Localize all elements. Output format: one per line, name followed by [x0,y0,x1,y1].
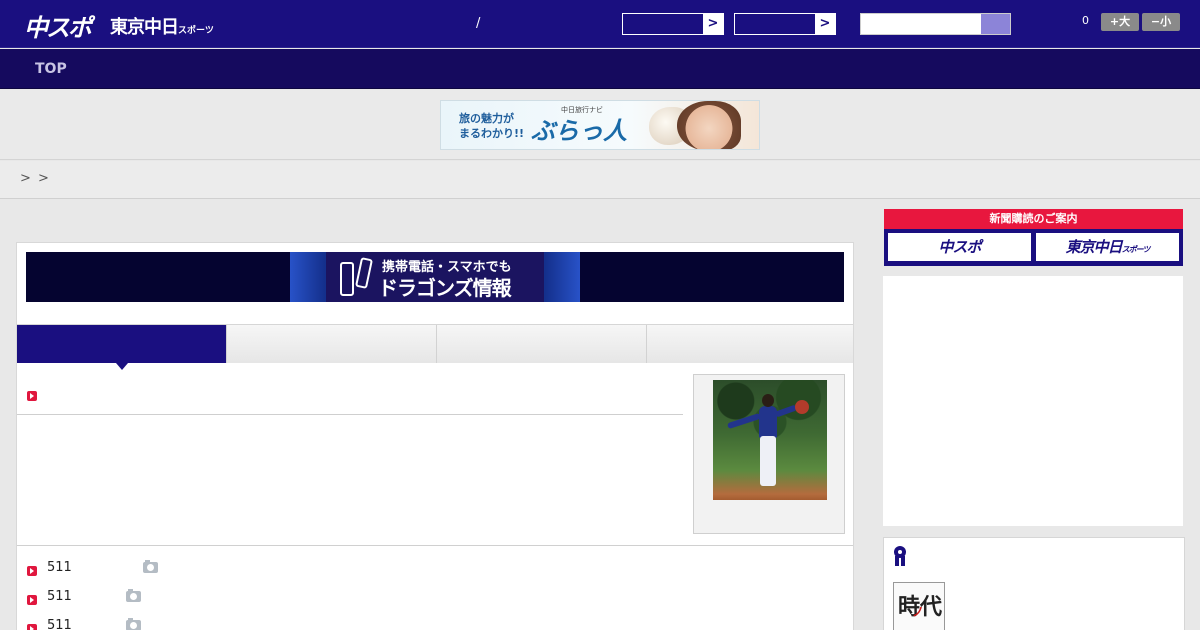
sidebar-ranking-box: 時 代 ノ [883,537,1185,630]
top-ad-strip: 旅の魅力が まるわかり!! 中日旅行ナビ ぶらっ人 [0,90,1200,160]
ad-tagline-line1: 旅の魅力が [459,112,514,125]
ad-tagline: 旅の魅力が まるわかり!! [459,111,524,141]
ribbon-tail [895,556,899,566]
camera-icon [126,618,141,630]
main-content-panel: 携帯電話・スマホでも ドラゴンズ情報 511 511 511 [16,242,854,630]
breadcrumb-separator: > [38,171,49,186]
tab-2[interactable] [227,325,437,363]
play-arrow-icon [27,624,37,630]
play-arrow-icon [27,391,37,401]
nav-item-top[interactable]: TOP [35,61,67,77]
play-arrow-icon [27,566,37,576]
list-item[interactable]: 511 [17,614,853,630]
sidebar-ad-space[interactable] [883,276,1183,526]
search-input[interactable] [861,14,981,34]
list-item-number: 511 [47,618,72,630]
list-item[interactable]: 511 [17,556,853,584]
camera-icon [126,589,141,602]
smartphone-icon [340,262,354,296]
photo-glove [795,400,809,414]
notification-count: 0 [1082,14,1089,27]
tokyo-chunichi-sports-logo[interactable]: 東京中日スポーツ [110,13,214,39]
travel-ad-banner[interactable]: 旅の魅力が まるわかり!! 中日旅行ナビ ぶらっ人 [440,100,760,150]
subscribe-tokyo-chunichi-button[interactable]: 東京中日スポーツ [1036,233,1179,261]
header-select-2[interactable]: > [734,13,836,35]
tab-4[interactable] [647,325,853,363]
header-select-1[interactable]: > [622,13,724,35]
feature-headline[interactable] [17,378,683,415]
breadcrumb: > > [0,161,1200,199]
list-item[interactable]: 511 [17,585,853,613]
photo-body [759,406,777,438]
ad-brand-big: ぶらっ人 [531,116,627,145]
feature-photo-box[interactable] [693,374,845,534]
woman-photo [677,101,741,149]
site-header: 中スポ 東京中日スポーツ / > > 0 +大 −小 [0,0,1200,48]
subscribe-tokyo-suffix: スポーツ [1121,245,1151,254]
list-item-number: 511 [47,560,72,575]
tokyo-logo-suffix: スポーツ [178,26,214,36]
ribbon-tail [901,556,905,566]
photo-legs [760,436,776,486]
pitcher-photo [713,380,827,500]
list-divider [17,545,853,546]
subscription-box: 新聞購読のご案内 中スポ 東京中日スポーツ [884,209,1183,266]
ad-tagline-line2: まるわかり!! [459,127,525,140]
category-tabs [17,324,853,370]
camera-icon [143,560,158,573]
list-item-number: 511 [47,589,72,604]
tokyo-logo-text: 東京中日 [110,17,179,38]
banner-inner: 携帯電話・スマホでも ドラゴンズ情報 [326,252,544,302]
active-tab-pointer [116,363,128,370]
banner-line2: ドラゴンズ情報 [378,276,512,300]
tab-1[interactable] [17,325,227,363]
photo-head [762,394,774,407]
chevron-right-icon: > [703,14,723,34]
subscribe-tokyo-text: 東京中日 [1065,238,1123,256]
font-size-larger-button[interactable]: +大 [1101,13,1139,31]
header-slash: / [476,16,481,31]
subscription-header: 新聞購読のご案内 [884,209,1183,229]
search-button[interactable] [981,14,1010,34]
mobile-dragons-banner[interactable]: 携帯電話・スマホでも ドラゴンズ情報 [26,252,844,302]
award-ribbon-icon [894,546,906,566]
breadcrumb-separator: > [20,171,31,186]
global-nav: TOP [0,49,1200,89]
tab-3[interactable] [437,325,647,363]
search-box [860,13,1011,35]
chevron-right-icon: > [815,14,835,34]
feature-phone-icon [355,257,373,289]
subscribe-chunichi-sports-button[interactable]: 中スポ [888,233,1031,261]
book-thumbnail[interactable]: 時 代 ノ [893,582,945,630]
font-size-smaller-button[interactable]: −小 [1142,13,1180,31]
play-arrow-icon [27,595,37,605]
chunichi-sports-logo[interactable]: 中スポ [24,8,92,43]
book-title-accent: ノ [912,605,925,619]
